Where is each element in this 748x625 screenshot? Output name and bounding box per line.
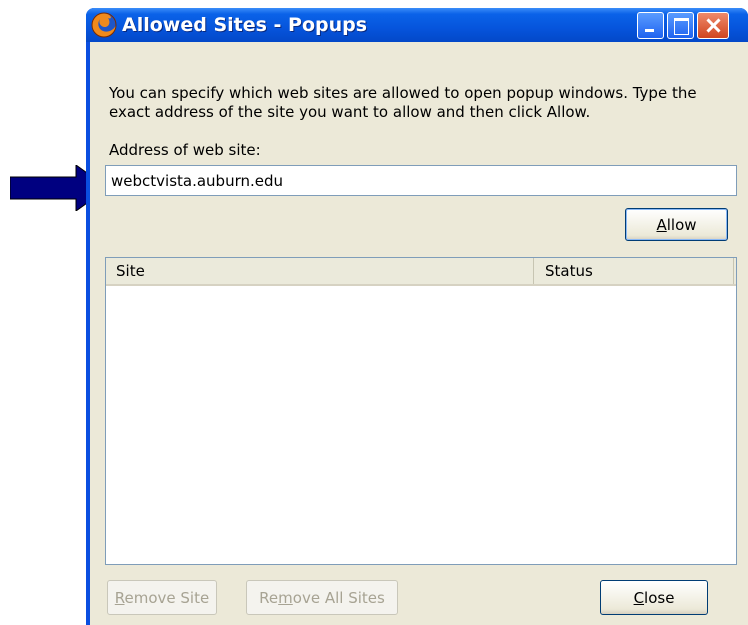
sites-list[interactable]: Site Status	[105, 257, 737, 565]
list-header: Site Status	[106, 258, 736, 286]
remove-all-label-pre: Re	[259, 588, 279, 607]
description-text: You can specify which web sites are allo…	[109, 84, 697, 121]
firefox-icon	[91, 12, 117, 38]
minimize-button[interactable]	[637, 12, 664, 39]
maximize-button[interactable]	[667, 12, 694, 39]
allowed-sites-dialog: Allowed Sites - Popups You can specify w…	[86, 8, 748, 625]
close-window-button[interactable]	[697, 12, 729, 39]
window-title: Allowed Sites - Popups	[122, 14, 368, 36]
dialog-body: You can specify which web sites are allo…	[90, 42, 748, 625]
close-label: lose	[644, 588, 675, 607]
allow-label: llow	[666, 215, 697, 234]
allow-mnemonic: A	[656, 215, 667, 234]
close-button[interactable]: Close	[600, 580, 708, 615]
column-status[interactable]: Status	[535, 258, 734, 284]
remove-all-sites-button[interactable]: Remove All Sites	[246, 580, 398, 615]
address-label: Address of web site:	[109, 141, 261, 159]
remove-site-label: emove Site	[124, 588, 210, 607]
remove-all-label: ove All Sites	[292, 588, 385, 607]
remove-site-mnemonic: R	[114, 588, 125, 607]
remove-all-mnemonic: m	[278, 588, 293, 607]
allow-button[interactable]: Allow	[625, 208, 728, 241]
column-site[interactable]: Site	[106, 258, 534, 284]
title-bar[interactable]: Allowed Sites - Popups	[86, 8, 748, 42]
remove-site-button[interactable]: Remove Site	[107, 580, 217, 615]
address-input[interactable]	[105, 165, 737, 196]
close-mnemonic: C	[633, 588, 645, 607]
